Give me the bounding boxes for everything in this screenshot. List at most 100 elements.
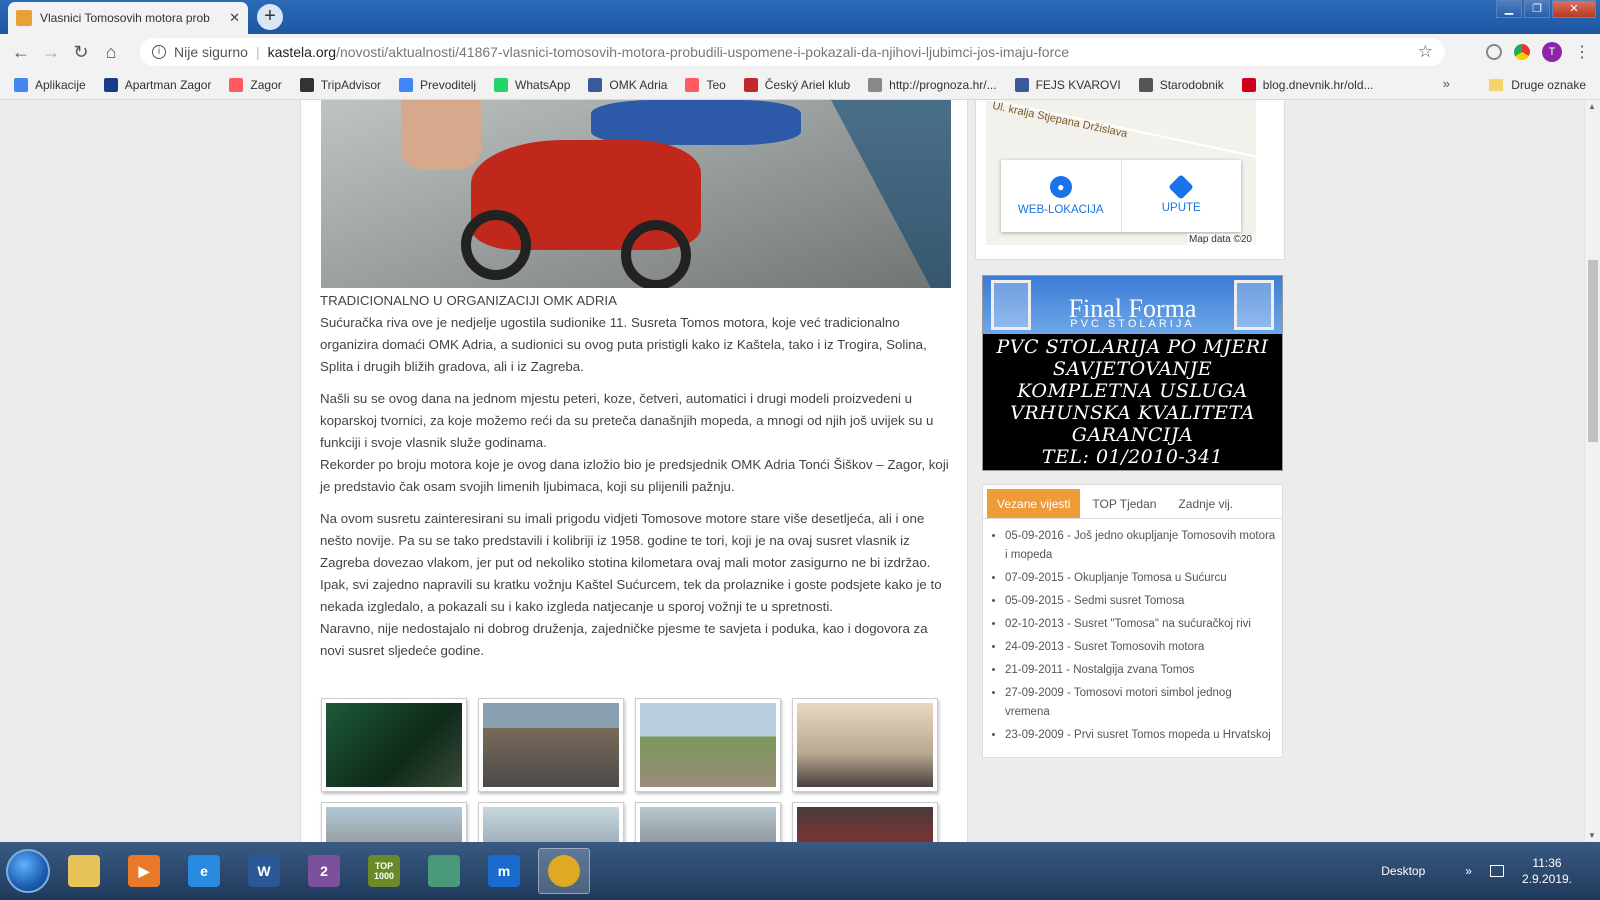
news-link[interactable]: 27-09-2009 - Tomosovi motori simbol jedn… <box>1005 684 1276 722</box>
taskbar-internet-explorer-button[interactable]: e <box>178 848 230 894</box>
news-link[interactable]: 24-09-2013 - Susret Tomosovih motora <box>1005 638 1276 657</box>
taskbar-media-player-button[interactable]: ▶ <box>118 848 170 894</box>
gallery-thumbnail[interactable] <box>635 698 781 792</box>
maximize-button[interactable]: ❐ <box>1524 0 1550 18</box>
forward-icon[interactable]: → <box>36 42 66 63</box>
bookmark-item[interactable]: Český Ariel klub <box>743 77 850 92</box>
network-app-icon <box>428 855 460 887</box>
tab-latest-news[interactable]: Zadnje vij. <box>1168 489 1243 518</box>
tab-top-week[interactable]: TOP Tjedan <box>1082 489 1166 518</box>
bookmark-item[interactable]: Aplikacije <box>14 77 86 92</box>
gallery-thumbnail[interactable] <box>792 802 938 842</box>
taskbar-top1000-button[interactable]: TOP 1000 <box>358 848 410 894</box>
bookmark-favicon-icon <box>1138 77 1153 92</box>
other-bookmarks-folder[interactable]: Druge oznake <box>1489 70 1586 100</box>
page-scrollbar[interactable]: ▲ ▼ <box>1584 100 1600 842</box>
scroll-down-icon[interactable]: ▼ <box>1588 831 1596 840</box>
ad-line: SAVJETOVANJE <box>1052 358 1213 380</box>
ad-line: TEL: 01/2010-341 <box>1041 446 1224 468</box>
bookmark-item[interactable]: OMK Adria <box>588 77 668 92</box>
tray-overflow-icon[interactable]: » <box>1465 864 1472 878</box>
start-button[interactable] <box>6 849 50 893</box>
color-extension-icon[interactable] <box>1514 44 1530 60</box>
chrome-icon <box>548 855 580 887</box>
new-tab-button[interactable]: + <box>257 4 283 30</box>
browser-menu-icon[interactable]: ⋮ <box>1574 42 1590 62</box>
ad-line: VRHUNSKA KVALITETA <box>1010 402 1255 424</box>
system-tray: Desktop » 11:36 2.9.2019. <box>1381 842 1600 900</box>
extensions-area: T ⋮ <box>1486 42 1590 62</box>
news-link[interactable]: 05-09-2016 - Još jedno okupljanje Tomoso… <box>1005 527 1276 565</box>
gallery-thumbnail[interactable] <box>635 802 781 842</box>
reload-icon[interactable]: ↻ <box>66 42 96 63</box>
download-extension-icon[interactable] <box>1486 44 1502 60</box>
media-player-icon: ▶ <box>128 855 160 887</box>
taskbar-network-app-button[interactable] <box>418 848 470 894</box>
gallery-thumbnail[interactable] <box>321 698 467 792</box>
close-window-button[interactable]: ✕ <box>1552 0 1596 18</box>
bookmark-item[interactable]: FEJS KVAROVI <box>1014 77 1121 92</box>
taskbar-viber-button[interactable]: 2 <box>298 848 350 894</box>
bookmark-star-icon[interactable]: ☆ <box>1418 42 1433 62</box>
article-column: TRADICIONALNO U ORGANIZACIJI OMK ADRIA S… <box>300 100 968 842</box>
bookmark-item[interactable]: Apartman Zagor <box>103 77 211 92</box>
gallery-thumbnail[interactable] <box>478 802 624 842</box>
clock-time: 11:36 <box>1532 856 1562 870</box>
taskbar-word-button[interactable]: W <box>238 848 290 894</box>
internet-explorer-icon: e <box>188 855 220 887</box>
url-domain[interactable]: kastela.org <box>268 44 336 60</box>
bookmark-label: OMK Adria <box>609 77 668 92</box>
info-icon[interactable]: i <box>152 45 166 59</box>
desktop-toolbar-label[interactable]: Desktop <box>1381 864 1425 878</box>
ad-line: KOMPLETNA USLUGA <box>1017 380 1248 402</box>
taskbar-mstore-button[interactable]: m <box>478 848 530 894</box>
embedded-map[interactable]: Ul. kralja Stjepana Držislava ● WEB-LOKA… <box>986 100 1256 245</box>
bookmark-item[interactable]: Prevoditelj <box>399 77 476 92</box>
blue-motorbike <box>591 100 801 145</box>
bookmark-item[interactable]: Starodobnik <box>1138 77 1224 92</box>
map-attribution: Map data ©20 <box>1187 234 1254 245</box>
news-link[interactable]: 21-09-2011 - Nostalgija zvana Tomos <box>1005 661 1276 680</box>
bookmark-item[interactable]: http://prognoza.hr/... <box>868 77 997 92</box>
news-link[interactable]: 23-09-2009 - Prvi susret Tomos mopeda u … <box>1005 726 1276 745</box>
directions-icon <box>1168 174 1194 200</box>
profile-avatar[interactable]: T <box>1542 42 1562 62</box>
bookmark-item[interactable]: Zagor <box>229 77 282 92</box>
tab-close-icon[interactable]: ✕ <box>229 10 240 26</box>
bookmark-item[interactable]: TripAdvisor <box>299 77 381 92</box>
tab-related-news[interactable]: Vezane vijesti <box>987 489 1081 518</box>
bookmarks-overflow-icon[interactable]: » <box>1443 76 1450 91</box>
advertisement-banner[interactable]: Final Forma PVC STOLARIJA PVC STOLARIJA … <box>982 275 1283 471</box>
scrollbar-thumb[interactable] <box>1588 260 1598 442</box>
bookmark-label: blog.dnevnik.hr/old... <box>1262 77 1374 92</box>
back-icon[interactable]: ← <box>6 42 36 63</box>
gallery-thumbnail[interactable] <box>321 802 467 842</box>
bookmark-item[interactable]: Teo <box>685 77 726 92</box>
gallery-thumbnail[interactable] <box>792 698 938 792</box>
taskbar-explorer-button[interactable] <box>58 848 110 894</box>
motorbike-wheel <box>461 210 531 280</box>
browser-tab-strip: Vlasnici Tomosovih motora prob ✕ + ▁ ❐ ✕ <box>0 0 1600 34</box>
bookmarks-bar: Aplikacije Apartman Zagor Zagor TripAdvisor… <box>0 70 1600 100</box>
tab-title: Vlasnici Tomosovih motora prob <box>40 11 210 25</box>
security-label[interactable]: Nije sigurno <box>174 44 248 60</box>
minimize-button[interactable]: ▁ <box>1496 0 1522 18</box>
news-link[interactable]: 02-10-2013 - Susret "Tomosa" na sućuračk… <box>1005 615 1276 634</box>
gallery-thumbnail[interactable] <box>478 698 624 792</box>
active-tab[interactable]: Vlasnici Tomosovih motora prob ✕ <box>8 2 248 34</box>
windows-taskbar: ▶ e W 2 TOP 1000 m Desktop » 11:36 2.9.2019. <box>0 842 1600 900</box>
system-clock[interactable]: 11:36 2.9.2019. <box>1522 855 1572 887</box>
other-bookmarks-label: Druge oznake <box>1511 78 1586 92</box>
news-link[interactable]: 05-09-2015 - Sedmi susret Tomosa <box>1005 592 1276 611</box>
address-bar[interactable]: i Nije sigurno | kastela.org/novosti/akt… <box>140 38 1445 66</box>
url-path[interactable]: /novosti/aktualnosti/41867-vlasnici-tomo… <box>336 44 1069 60</box>
taskbar-chrome-button[interactable] <box>538 848 590 894</box>
website-button[interactable]: ● WEB-LOKACIJA <box>1001 160 1121 232</box>
action-center-icon[interactable] <box>1489 865 1504 877</box>
news-link[interactable]: 07-09-2015 - Okupljanje Tomosa u Sućurcu <box>1005 569 1276 588</box>
scroll-up-icon[interactable]: ▲ <box>1588 102 1596 111</box>
bookmark-item[interactable]: WhatsApp <box>494 77 570 92</box>
directions-button[interactable]: UPUTE <box>1120 160 1242 232</box>
bookmark-item[interactable]: blog.dnevnik.hr/old... <box>1241 77 1374 92</box>
home-icon[interactable]: ⌂ <box>96 42 126 63</box>
